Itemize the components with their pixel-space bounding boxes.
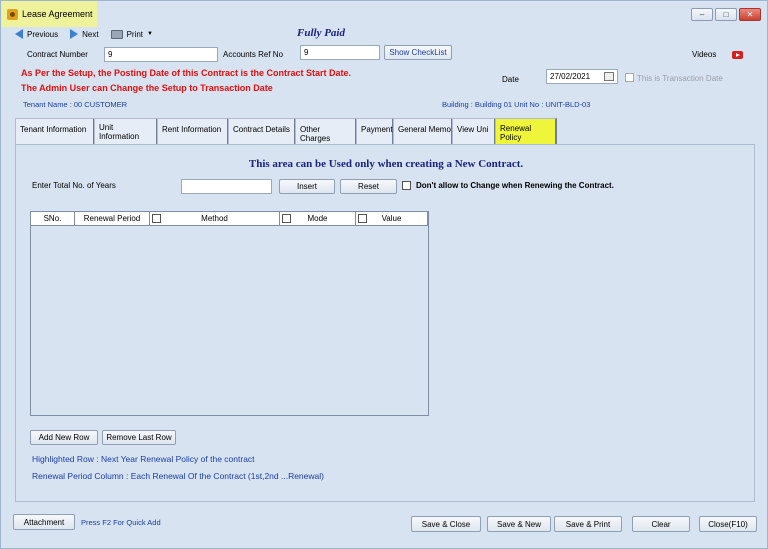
- total-years-input[interactable]: [181, 179, 272, 194]
- lease-agreement-window: Lease Agreement – □ ✕ Previous Next Prin…: [0, 0, 768, 549]
- maximize-button[interactable]: □: [715, 8, 737, 21]
- next-label: Next: [82, 29, 99, 39]
- clear-button[interactable]: Clear: [632, 516, 690, 532]
- col-value-label: Value: [381, 214, 402, 223]
- tab-contract-details[interactable]: Contract Details: [228, 118, 296, 144]
- mode-header-checkbox[interactable]: [282, 214, 291, 223]
- posting-date-warning: As Per the Setup, the Posting Date of th…: [21, 68, 352, 78]
- col-method-label: Method: [201, 214, 228, 223]
- close-window-button[interactable]: ✕: [739, 8, 761, 21]
- building-unit-info: Building : Building 01 Unit No : UNIT-BL…: [442, 100, 591, 109]
- col-mode-label: Mode: [307, 214, 328, 223]
- contract-number-label: Contract Number: [27, 50, 88, 59]
- tab-general-memo[interactable]: General Memo: [393, 118, 453, 144]
- print-button[interactable]: Print ▼: [110, 29, 153, 39]
- save-print-button[interactable]: Save & Print: [554, 516, 622, 532]
- close-button[interactable]: Close(F10): [699, 516, 757, 532]
- arrow-left-icon: [15, 29, 23, 39]
- app-icon: [7, 8, 18, 20]
- admin-setup-warning: The Admin User can Change the Setup to T…: [21, 83, 273, 93]
- video-play-icon[interactable]: [732, 51, 743, 59]
- tab-strip: Tenant Information Unit Information Rent…: [15, 118, 557, 144]
- tab-unit-information[interactable]: Unit Information: [94, 118, 158, 144]
- quick-add-hint: Press F2 For Quick Add: [81, 518, 161, 527]
- remove-last-row-button[interactable]: Remove Last Row: [102, 430, 176, 445]
- videos-label: Videos: [692, 50, 717, 59]
- window-title-tab: Lease Agreement: [1, 1, 97, 27]
- date-value: 27/02/2021: [550, 72, 591, 81]
- renewal-period-note: Renewal Period Column : Each Renewal Of …: [32, 471, 324, 481]
- previous-label: Previous: [27, 29, 59, 39]
- value-header-checkbox[interactable]: [358, 214, 367, 223]
- chevron-down-icon: ▼: [147, 31, 153, 37]
- tab-rent-information[interactable]: Rent Information: [157, 118, 229, 144]
- years-label: Enter Total No. of Years: [32, 181, 116, 190]
- renewal-policy-panel: This area can be Used only when creating…: [15, 144, 755, 502]
- window-controls: – □ ✕: [691, 8, 761, 21]
- date-picker[interactable]: 27/02/2021: [546, 69, 618, 84]
- renewal-heading: This area can be Used only when creating…: [248, 158, 524, 170]
- print-label: Print: [126, 29, 144, 39]
- printer-icon: [110, 29, 123, 39]
- accounts-ref-field[interactable]: 9: [300, 45, 380, 60]
- dont-allow-change-checkbox[interactable]: [402, 181, 411, 190]
- save-close-button[interactable]: Save & Close: [411, 516, 481, 532]
- col-mode[interactable]: Mode: [280, 212, 356, 226]
- col-sno[interactable]: SNo.: [31, 212, 75, 226]
- transaction-date-checkbox[interactable]: [625, 73, 634, 82]
- col-renewal-period[interactable]: Renewal Period: [75, 212, 150, 226]
- tab-payment[interactable]: Payment: [356, 118, 394, 144]
- show-checklist-button[interactable]: Show CheckList: [384, 45, 452, 60]
- toolbar: Previous Next Print ▼: [15, 29, 153, 39]
- dont-allow-change-label: Don't allow to Change when Renewing the …: [416, 181, 614, 190]
- method-header-checkbox[interactable]: [152, 214, 161, 223]
- reset-button[interactable]: Reset: [340, 179, 397, 194]
- contract-number-field[interactable]: 9: [104, 47, 218, 62]
- title-bar: Lease Agreement – □ ✕: [1, 1, 767, 27]
- minimize-button[interactable]: –: [691, 8, 713, 21]
- col-method[interactable]: Method: [150, 212, 280, 226]
- window-title: Lease Agreement: [22, 9, 93, 19]
- tab-renewal-policy[interactable]: Renewal Policy: [495, 118, 557, 144]
- previous-button[interactable]: Previous: [15, 29, 58, 39]
- save-new-button[interactable]: Save & New: [487, 516, 551, 532]
- col-value[interactable]: Value: [356, 212, 428, 226]
- tab-other-charges[interactable]: Other Charges: [295, 118, 357, 144]
- arrow-right-icon: [70, 29, 79, 39]
- add-new-row-button[interactable]: Add New Row: [30, 430, 98, 445]
- tab-tenant-information[interactable]: Tenant Information: [15, 118, 95, 144]
- renewal-grid[interactable]: SNo. Renewal Period Method Mode Value: [30, 211, 429, 416]
- insert-button[interactable]: Insert: [279, 179, 335, 194]
- status-banner: Fully Paid: [297, 27, 345, 39]
- attachment-button[interactable]: Attachment: [13, 514, 75, 530]
- grid-header: SNo. Renewal Period Method Mode Value: [31, 212, 428, 226]
- date-label: Date: [502, 75, 519, 84]
- next-button[interactable]: Next: [70, 29, 99, 39]
- tab-view-unit[interactable]: View Uni: [452, 118, 496, 144]
- transaction-date-label: This is Transaction Date: [637, 74, 723, 83]
- highlighted-row-note: Highlighted Row : Next Year Renewal Poli…: [32, 454, 255, 464]
- tenant-name: Tenant Name : 00 CUSTOMER: [23, 100, 128, 109]
- accounts-ref-label: Accounts Ref No: [223, 50, 284, 59]
- calendar-icon: [604, 72, 614, 81]
